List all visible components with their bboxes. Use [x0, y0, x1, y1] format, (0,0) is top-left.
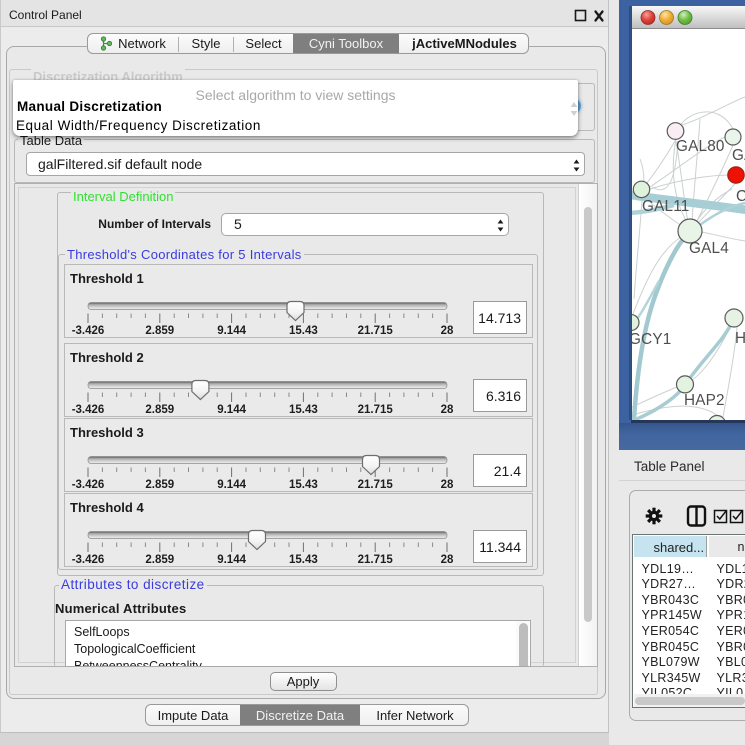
svg-text:GAL80: GAL80: [676, 138, 725, 155]
svg-text:-3.426: -3.426: [72, 404, 105, 416]
svg-text:9.144: 9.144: [217, 479, 246, 491]
svg-text:H: H: [735, 330, 745, 347]
svg-text:HAP2: HAP2: [684, 392, 725, 409]
svg-text:21.715: 21.715: [358, 325, 394, 337]
svg-text:C: C: [736, 188, 745, 205]
svg-text:21.715: 21.715: [358, 479, 394, 491]
svg-text:9.144: 9.144: [217, 554, 246, 566]
svg-text:28: 28: [441, 479, 454, 491]
svg-text:9.144: 9.144: [217, 404, 246, 416]
svg-text:15.43: 15.43: [289, 554, 318, 566]
svg-text:28: 28: [441, 325, 454, 337]
svg-text:21.715: 21.715: [358, 404, 394, 416]
svg-text:2.859: 2.859: [145, 404, 174, 416]
svg-text:-3.426: -3.426: [72, 479, 105, 491]
svg-text:28: 28: [441, 554, 454, 566]
svg-text:GA: GA: [732, 147, 745, 164]
svg-text:9.144: 9.144: [217, 325, 246, 337]
svg-text:-3.426: -3.426: [72, 554, 105, 566]
svg-text:28: 28: [441, 404, 454, 416]
svg-text:2.859: 2.859: [145, 479, 174, 491]
svg-text:GCY1: GCY1: [632, 331, 671, 348]
svg-text:15.43: 15.43: [289, 404, 318, 416]
svg-text:2.859: 2.859: [145, 554, 174, 566]
svg-text:15.43: 15.43: [289, 325, 318, 337]
svg-text:-3.426: -3.426: [72, 325, 105, 337]
svg-text:GAL4: GAL4: [689, 240, 729, 257]
svg-text:21.715: 21.715: [358, 554, 394, 566]
svg-text:15.43: 15.43: [289, 479, 318, 491]
svg-text:GAL11: GAL11: [642, 198, 690, 215]
svg-text:2.859: 2.859: [145, 325, 174, 337]
